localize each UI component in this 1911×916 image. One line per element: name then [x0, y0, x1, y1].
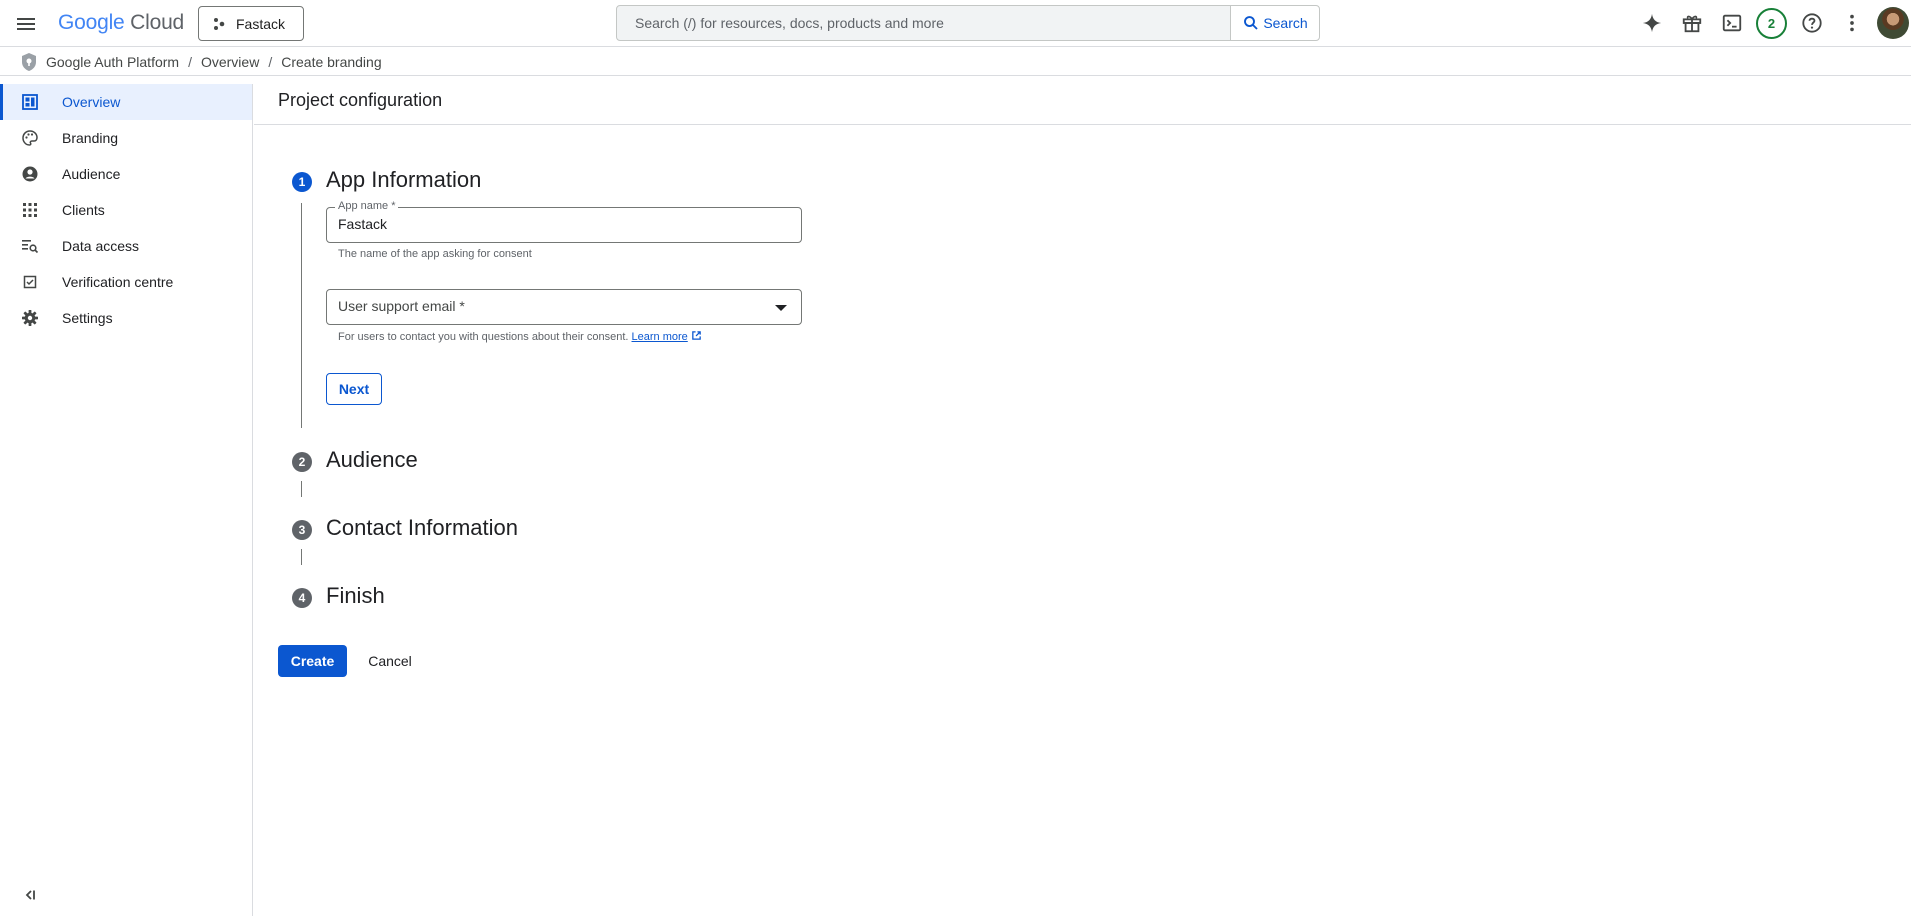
sidebar-item-label: Verification centre — [62, 274, 174, 290]
dropdown-arrow-icon — [775, 305, 787, 311]
notifications-badge[interactable]: 2 — [1756, 8, 1787, 39]
sidebar: Overview Branding Audience Clients Data … — [0, 84, 253, 916]
project-picker-button[interactable]: Fastack — [198, 6, 304, 41]
app-name-value: Fastack — [338, 216, 388, 232]
apps-grid-icon — [23, 203, 37, 217]
step-2-title[interactable]: Audience — [326, 447, 418, 473]
step-2-number: 2 — [292, 452, 312, 472]
support-email-helper-text: For users to contact you with questions … — [338, 331, 629, 343]
dashboard-icon — [22, 94, 38, 110]
search-button[interactable]: Search — [1230, 5, 1320, 41]
gear-icon — [22, 310, 38, 326]
sidebar-item-data-access[interactable]: Data access — [0, 228, 252, 264]
create-button[interactable]: Create — [278, 645, 347, 677]
search-input[interactable]: Search (/) for resources, docs, products… — [616, 5, 1231, 41]
step-4-title[interactable]: Finish — [326, 583, 385, 609]
logo-cloud-text: Cloud — [130, 11, 185, 34]
user-support-email-helper: For users to contact you with questions … — [338, 330, 702, 343]
step-4-number: 4 — [292, 588, 312, 608]
stepper-connector — [301, 203, 302, 428]
verified-checkbox-icon — [23, 275, 37, 289]
sidebar-item-audience[interactable]: Audience — [0, 156, 252, 192]
step-3-title[interactable]: Contact Information — [326, 515, 518, 541]
app-name-label: App name * — [335, 200, 399, 212]
cloud-shell-icon[interactable] — [1719, 10, 1745, 36]
help-icon[interactable] — [1799, 10, 1825, 36]
breadcrumb-item-create-branding: Create branding — [281, 53, 382, 70]
cancel-button[interactable]: Cancel — [358, 645, 422, 677]
google-cloud-logo[interactable]: Google Cloud — [58, 11, 184, 35]
search-placeholder: Search (/) for resources, docs, products… — [635, 15, 944, 31]
next-button[interactable]: Next — [326, 373, 382, 405]
project-icon — [214, 17, 225, 30]
breadcrumb-separator: / — [188, 53, 192, 70]
manage-search-icon — [22, 240, 39, 254]
more-vert-icon[interactable] — [1839, 10, 1865, 36]
user-support-email-select[interactable]: User support email * — [326, 289, 802, 325]
learn-more-label: Learn more — [631, 331, 688, 343]
breadcrumb-item-auth-platform[interactable]: Google Auth Platform — [46, 54, 179, 70]
sidebar-item-clients[interactable]: Clients — [0, 192, 252, 228]
search-button-label: Search — [1263, 15, 1308, 31]
sidebar-item-label: Clients — [62, 202, 105, 218]
top-bar: Google Cloud Fastack Search (/) for reso… — [0, 0, 1911, 47]
account-circle-icon — [22, 166, 38, 182]
menu-icon[interactable] — [14, 12, 38, 36]
step-3-number: 3 — [292, 520, 312, 540]
sidebar-item-overview[interactable]: Overview — [0, 84, 252, 120]
sidebar-item-verification-centre[interactable]: Verification centre — [0, 264, 252, 300]
app-name-helper: The name of the app asking for consent — [338, 248, 532, 260]
breadcrumb: Google Auth Platform / Overview / Create… — [0, 48, 1911, 76]
sidebar-item-label: Settings — [62, 310, 113, 326]
project-name: Fastack — [236, 15, 286, 32]
sidebar-item-label: Data access — [62, 238, 140, 254]
user-support-email-placeholder: User support email * — [338, 298, 465, 314]
step-1-number: 1 — [292, 172, 312, 192]
learn-more-link[interactable]: Learn more — [632, 331, 688, 343]
step-1-title[interactable]: App Information — [326, 167, 481, 193]
page-title: Project configuration — [278, 90, 443, 110]
logo-google-text: Google — [58, 11, 125, 34]
gift-icon[interactable] — [1679, 10, 1705, 36]
stepper-connector — [301, 481, 302, 497]
sidebar-item-settings[interactable]: Settings — [0, 300, 252, 336]
open-in-new-icon — [692, 331, 701, 340]
sidebar-item-label: Branding — [62, 130, 119, 146]
app-name-field[interactable]: App name * Fastack — [326, 200, 802, 243]
stepper-connector — [301, 549, 302, 565]
sidebar-item-branding[interactable]: Branding — [0, 120, 252, 156]
gemini-icon[interactable] — [1639, 10, 1665, 36]
breadcrumb-separator: / — [268, 53, 273, 70]
page-header: Project configuration — [254, 84, 1911, 125]
sidebar-item-label: Overview — [62, 94, 121, 110]
avatar[interactable] — [1877, 7, 1909, 39]
search-icon — [1244, 16, 1258, 30]
auth-platform-shield-icon — [22, 52, 36, 71]
sidebar-item-label: Audience — [62, 166, 121, 182]
collapse-sidebar-icon[interactable] — [22, 886, 40, 904]
breadcrumb-item-overview[interactable]: Overview — [201, 54, 259, 70]
palette-icon — [22, 130, 38, 146]
